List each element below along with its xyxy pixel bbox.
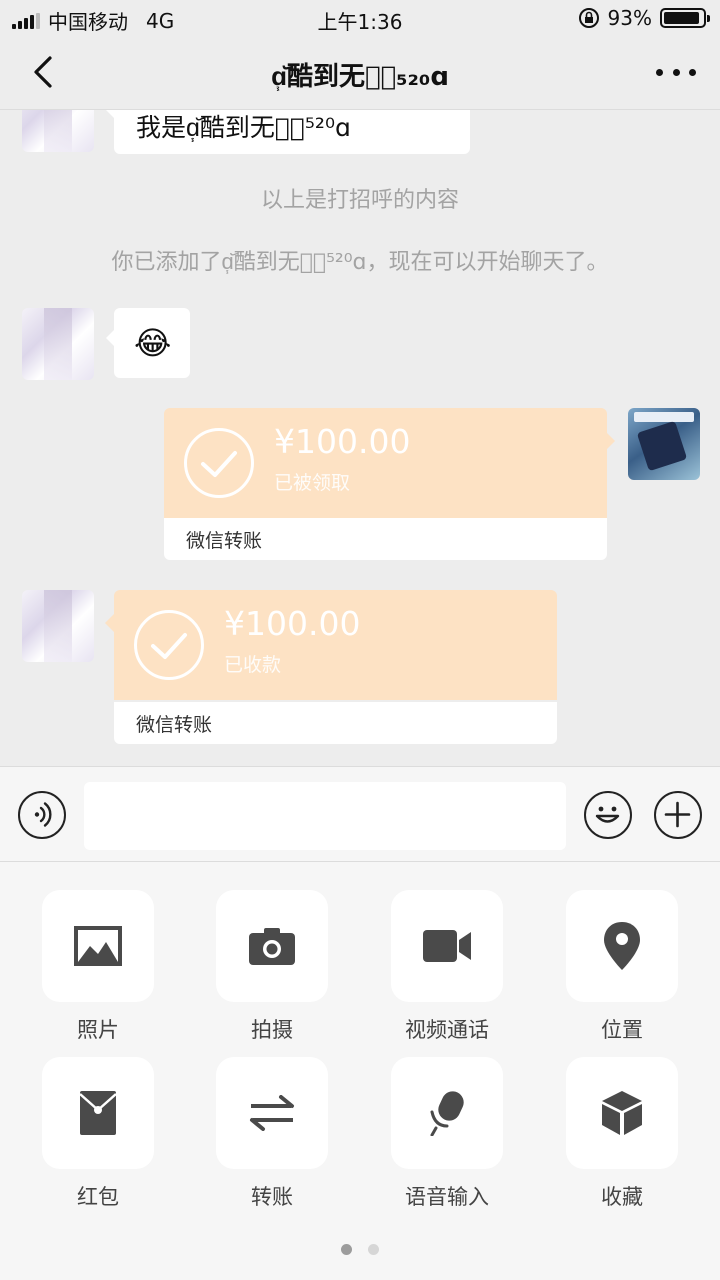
more-options-icon[interactable] [656,64,696,80]
message-input[interactable] [84,782,566,850]
message-bubble[interactable]: 😂 [106,308,190,378]
friend-avatar[interactable] [22,590,94,662]
panel-item-camera[interactable]: 拍摄 [216,890,328,1044]
friend-avatar[interactable] [22,110,94,152]
panel-item-label: 照片 [77,1018,119,1042]
my-avatar[interactable] [628,408,700,480]
message-list[interactable]: 我是ɑ᷂᷃酷到无边᷂⁵²⁰ɑ 以上是打招呼的内容 你已添加了ɑ᷂᷃酷到无边᷂⁵²… [0,110,720,766]
emoji-laughing-icon: 😂 [134,324,172,362]
panel-item-label: 位置 [601,1018,643,1042]
system-message: 以上是打招呼的内容 [260,188,459,213]
page-dot[interactable] [368,1244,379,1255]
voice-wave-icon [34,802,52,827]
transfer-card-sent[interactable]: ¥100.00 已被领取 微信转账 [164,408,607,560]
status-bar: 中国移动 4G 上午1:36 93% [0,0,720,36]
location-icon [604,922,640,970]
panel-item-label: 转账 [251,1185,293,1209]
transfer-status: 已收款 [224,654,282,676]
friend-avatar[interactable] [22,308,94,380]
transfer-icon [250,1095,294,1131]
check-circle-icon [134,610,204,680]
plus-icon [664,801,691,828]
panel-item-video-call[interactable]: 视频通话 [391,890,503,1044]
page-dot-active[interactable] [341,1244,352,1255]
battery-level-fill [664,12,700,24]
back-arrow-icon[interactable] [24,52,64,92]
microphone-icon [430,1091,464,1136]
voice-toggle-button[interactable] [18,791,66,839]
transfer-card-received[interactable]: ¥100.00 已收款 微信转账 [114,590,557,744]
chat-header: ɑ᷂᷃酷到无边᷂₅₂₀ɑ [0,36,720,110]
transfer-footer: 微信转账 [114,702,557,744]
battery-percent: 93% [607,6,652,30]
panel-item-label: 收藏 [601,1185,643,1209]
panel-item-red-packet[interactable]: 红包 [42,1057,154,1211]
transfer-amount: ¥100.00 [274,422,411,461]
chat-title: ɑ᷂᷃酷到无边᷂₅₂₀ɑ [271,62,449,92]
bubble-tail [606,432,624,450]
panel-item-label: 视频通话 [405,1018,489,1042]
favorites-box-icon [602,1091,642,1135]
system-message: 你已添加了ɑ᷂᷃酷到无边᷂⁵²⁰ɑ，现在可以开始聊天了。 [111,250,609,275]
panel-item-label: 语音输入 [405,1185,489,1209]
page-indicator [0,1244,720,1255]
more-functions-panel: 照片 拍摄 视频通话 位置 红包 转账 语音输入 收藏 [0,862,720,1280]
video-call-icon [423,930,471,962]
camera-icon [249,928,295,965]
rotation-lock-icon [578,8,599,28]
panel-item-label: 拍摄 [251,1018,293,1042]
input-bar [0,766,720,862]
panel-item-favorites[interactable]: 收藏 [566,1057,678,1211]
emoji-button[interactable] [584,791,632,839]
panel-item-voice-input[interactable]: 语音输入 [391,1057,503,1211]
transfer-footer: 微信转账 [164,518,607,560]
bubble-tail [96,614,114,632]
check-circle-icon [184,428,254,498]
panel-item-label: 红包 [77,1185,119,1209]
smiley-icon [595,806,620,823]
panel-item-location[interactable]: 位置 [566,890,678,1044]
message-text: 我是ɑ᷂᷃酷到无边᷂⁵²⁰ɑ [136,113,351,142]
battery-group: 93% [578,6,710,30]
battery-icon [660,8,710,28]
panel-item-transfer[interactable]: 转账 [216,1057,328,1211]
red-packet-icon [79,1091,117,1135]
transfer-amount: ¥100.00 [224,604,361,643]
more-functions-button[interactable] [654,791,702,839]
transfer-status: 已被领取 [274,472,351,494]
photo-icon [74,926,122,966]
panel-item-photo[interactable]: 照片 [42,890,154,1044]
message-bubble[interactable]: 我是ɑ᷂᷃酷到无边᷂⁵²⁰ɑ [106,110,470,154]
